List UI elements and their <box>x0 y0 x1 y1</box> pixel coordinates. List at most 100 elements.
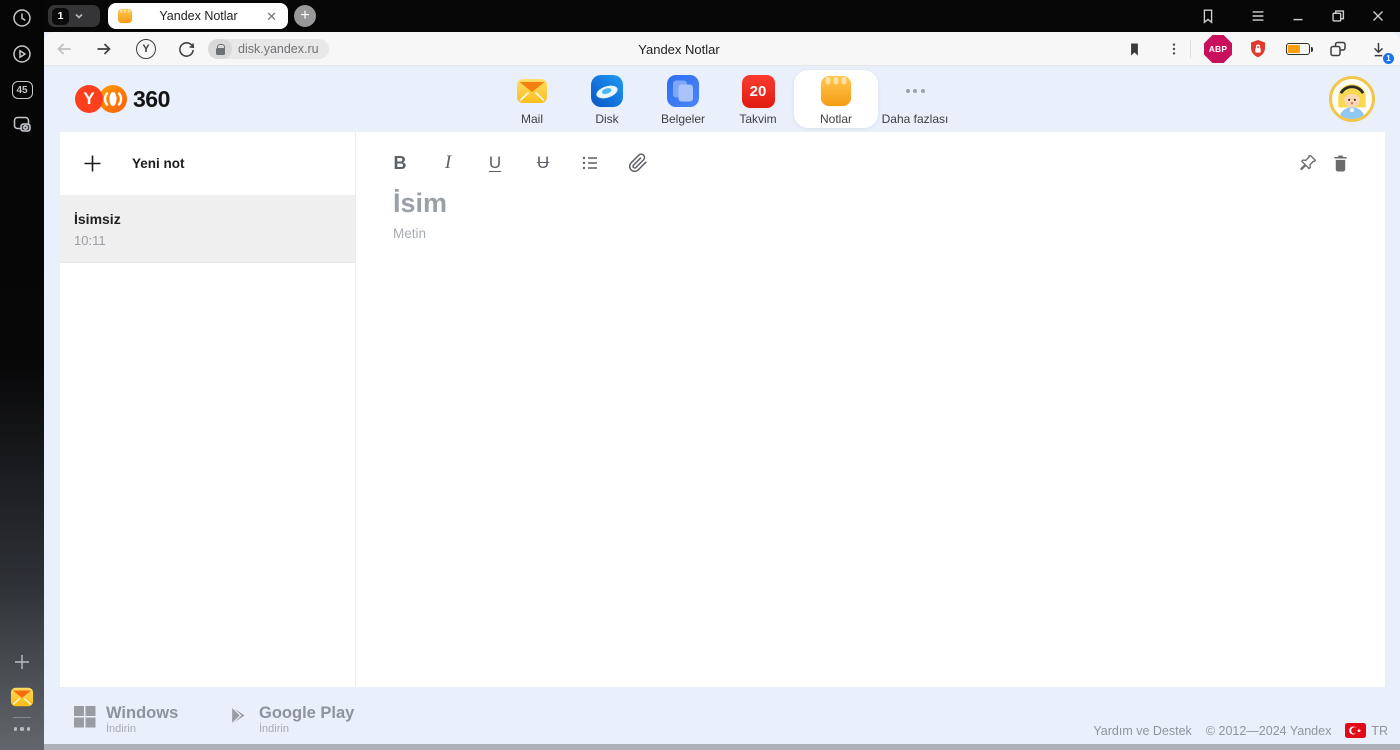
battery-icon[interactable] <box>1286 43 1313 55</box>
history-icon[interactable] <box>10 6 34 30</box>
url-box[interactable]: disk.yandex.ru <box>208 39 329 59</box>
extensions-icon[interactable] <box>1326 37 1350 61</box>
download-icon[interactable]: 1 <box>1366 37 1395 65</box>
store-action: İndirin <box>259 723 289 735</box>
yandex-logo-icon: Y <box>75 85 103 113</box>
service-label: Belgeler <box>660 112 706 126</box>
rail-divider <box>13 717 31 718</box>
yandex-360-page: Y 360 Mail Disk Belgeler 20 Takvim Notla… <box>44 66 1400 750</box>
service-belgeler[interactable]: Belgeler <box>641 70 725 128</box>
yandex-360-logo[interactable]: Y 360 <box>75 85 170 113</box>
tab-close-icon[interactable]: ✕ <box>264 8 279 25</box>
documents-icon <box>666 73 700 109</box>
language-selector[interactable]: TR <box>1345 723 1388 738</box>
service-label: Notlar <box>819 112 852 126</box>
googleplay-download-link[interactable]: Google Play İndirin <box>228 705 354 735</box>
windows-icon <box>73 705 96 728</box>
notes-list-panel: Yeni not İsimsiz 10:11 <box>60 132 355 687</box>
underline-button[interactable]: U <box>480 148 510 178</box>
yandex-button[interactable]: Y <box>134 37 158 61</box>
copyright: © 2012—2024 Yandex <box>1205 723 1332 738</box>
bold-button[interactable]: B <box>385 148 415 178</box>
new-note-button[interactable]: Yeni not <box>60 132 355 196</box>
lock-icon <box>208 39 232 59</box>
service-label: Daha fazlası <box>881 112 949 126</box>
italic-icon: I <box>444 152 452 173</box>
service-label: Disk <box>595 112 619 126</box>
kebab-menu-icon[interactable] <box>1162 37 1186 61</box>
help-link[interactable]: Yardım ve Destek <box>1093 724 1191 738</box>
avatar[interactable] <box>1329 76 1375 122</box>
list-icon <box>582 156 597 170</box>
tab-title: Yandex Notlar <box>159 9 238 23</box>
bold-icon: B <box>393 152 407 173</box>
avatar-illustration <box>1338 84 1366 119</box>
strikethrough-button[interactable]: U <box>528 148 558 178</box>
minimize-button[interactable] <box>1286 4 1310 28</box>
pin-icon <box>1300 154 1317 171</box>
new-note-label: Yeni not <box>132 156 185 171</box>
tab-group-chip[interactable]: 1 <box>48 5 100 27</box>
service-takvim[interactable]: 20 Takvim <box>716 70 800 128</box>
strikethrough-icon: U <box>536 153 550 172</box>
pin-button[interactable] <box>1293 148 1323 178</box>
italic-button[interactable]: I <box>433 148 463 178</box>
calendar-date: 20 <box>741 74 775 108</box>
url-text: disk.yandex.ru <box>238 42 319 56</box>
add-panel-icon[interactable] <box>10 650 34 674</box>
paperclip-icon <box>628 153 647 173</box>
browser-tab[interactable]: Yandex Notlar ✕ <box>108 3 288 29</box>
360-mark-icon <box>99 85 127 113</box>
service-mail[interactable]: Mail <box>490 70 574 128</box>
notes-favicon-icon <box>117 8 133 24</box>
protect-shield-icon[interactable] <box>1246 37 1270 61</box>
list-button[interactable] <box>575 148 605 178</box>
store-action: İndirin <box>106 723 136 735</box>
more-icon[interactable] <box>10 727 34 731</box>
plus-icon <box>82 153 103 174</box>
forward-button[interactable] <box>92 37 116 61</box>
back-button[interactable] <box>52 37 76 61</box>
attach-button[interactable] <box>623 148 653 178</box>
store-name: Google Play <box>259 704 355 722</box>
footer-right: Yardım ve Destek © 2012—2024 Yandex TR <box>1093 723 1388 738</box>
service-label: Mail <box>520 112 543 126</box>
locale-label: TR <box>1371 723 1388 738</box>
trash-icon <box>1333 155 1347 172</box>
bookmarks-panel-icon[interactable] <box>1196 4 1220 28</box>
note-title: İsimsiz <box>74 211 121 227</box>
app-footer: Windows İndirin Google Play İndirin Yard… <box>44 687 1400 744</box>
mail-app-icon[interactable] <box>10 685 34 709</box>
note-body-input[interactable]: Metin <box>393 226 426 241</box>
player-icon[interactable] <box>10 42 34 66</box>
delete-button[interactable] <box>1325 148 1355 178</box>
close-button[interactable] <box>1366 4 1390 28</box>
calendar-icon: 20 <box>741 73 775 109</box>
app-header: Y 360 Mail Disk Belgeler 20 Takvim Notla… <box>44 66 1400 132</box>
menu-icon[interactable] <box>1246 4 1270 28</box>
restore-button[interactable] <box>1326 4 1350 28</box>
windows-download-link[interactable]: Windows İndirin <box>73 705 178 735</box>
download-badge: 1 <box>1382 52 1395 65</box>
bookmark-icon[interactable] <box>1122 37 1146 61</box>
tab-counter-badge[interactable]: 45 <box>10 78 34 102</box>
page-title: Yandex Notlar <box>638 41 720 57</box>
abp-extension-icon[interactable]: ABP <box>1204 35 1232 63</box>
service-more[interactable]: Daha fazlası <box>865 70 965 128</box>
browser-side-rail: 45 <box>0 0 44 750</box>
mail-icon <box>514 73 550 109</box>
screenshot-icon[interactable] <box>10 112 34 136</box>
toolbar-divider <box>1190 40 1191 58</box>
refresh-button[interactable] <box>174 37 198 61</box>
address-bar: Y disk.yandex.ru Yandex Notlar ABP 1 <box>44 32 1400 66</box>
note-title-input[interactable]: İsim <box>393 188 447 219</box>
service-label: Takvim <box>739 112 777 126</box>
turkey-flag-icon <box>1345 723 1367 738</box>
service-disk[interactable]: Disk <box>565 70 649 128</box>
new-tab-button[interactable]: + <box>294 5 316 27</box>
browser-window: 45 1 Yandex Notlar ✕ + Y disk.yandex.ru … <box>0 0 1400 750</box>
google-play-icon <box>228 705 249 726</box>
ellipsis-icon <box>905 73 925 109</box>
chevron-down-icon <box>72 9 86 23</box>
note-list-item[interactable]: İsimsiz 10:11 <box>60 196 355 263</box>
